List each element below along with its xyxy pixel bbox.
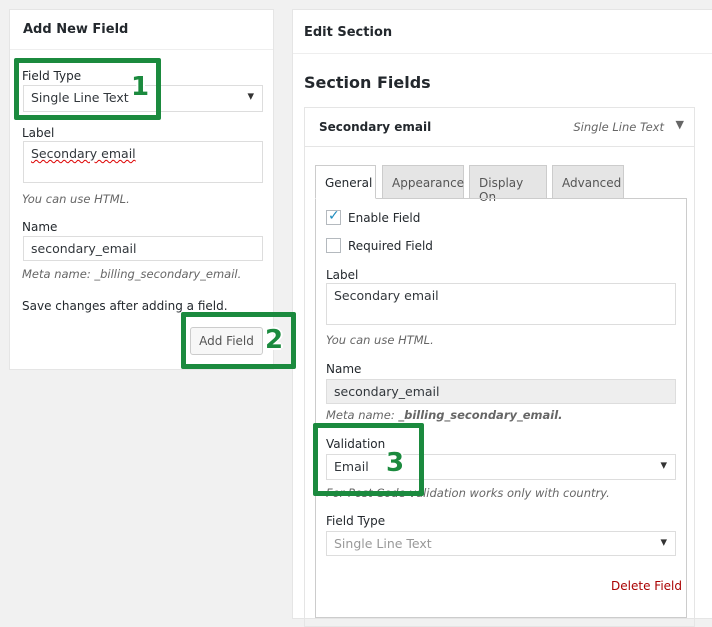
field-title: Secondary email — [319, 120, 432, 134]
divider — [293, 53, 712, 54]
section-fields-heading: Section Fields — [304, 73, 431, 92]
save-hint: Save changes after adding a field. — [22, 299, 228, 313]
textarea-value: Secondary email — [31, 146, 136, 161]
meta-value: _billing_secondary_email. — [398, 408, 563, 422]
enable-field-label: Enable Field — [348, 211, 421, 225]
field-type-select[interactable]: Single Line Text — [326, 531, 676, 556]
input-value: secondary_email — [334, 384, 440, 399]
name-input[interactable]: secondary_email — [326, 379, 676, 404]
html-hint: You can use HTML. — [326, 333, 434, 347]
meta-prefix: Meta name: — [326, 408, 399, 422]
label-textarea[interactable]: Secondary email — [23, 141, 263, 183]
checkmark-icon: ✓ — [328, 208, 340, 224]
annotation-number-3: 3 — [386, 448, 405, 478]
tab-display-on[interactable]: Display On — [469, 165, 547, 204]
field-item: Secondary email Single Line Text ▼ Gener… — [304, 107, 695, 627]
textarea-value: Secondary email — [334, 288, 439, 303]
collapse-arrow-icon[interactable]: ▼ — [676, 118, 684, 131]
html-hint: You can use HTML. — [22, 192, 130, 206]
meta-prefix: Meta name: — [22, 267, 95, 281]
meta-value: _billing_secondary_email. — [94, 267, 242, 281]
label-textarea[interactable]: Secondary email — [326, 283, 676, 325]
field-item-header[interactable]: Secondary email Single Line Text ▼ — [305, 108, 694, 147]
name-label: Name — [326, 362, 362, 376]
enable-field-checkbox[interactable]: ✓ — [326, 208, 341, 225]
annotation-number-1: 1 — [131, 72, 150, 102]
panel-title: Edit Section — [304, 25, 393, 40]
label-label: Label — [326, 268, 359, 282]
tab-content: ✓ Enable Field Required Field Label Seco… — [315, 198, 687, 618]
annotation-box-3-fill — [318, 484, 419, 491]
name-input[interactable]: secondary_email — [23, 236, 263, 261]
meta-name-hint: Meta name: _billing_secondary_email. — [22, 267, 241, 281]
required-field-checkbox[interactable] — [326, 238, 341, 253]
field-type-label: Field Type — [326, 514, 386, 528]
select-value: Single Line Text — [334, 536, 432, 551]
name-label: Name — [22, 220, 58, 234]
required-field-label: Required Field — [348, 239, 433, 253]
delete-field-link[interactable]: Delete Field — [611, 579, 682, 593]
edit-section-panel: Edit Section Section Fields Secondary em… — [292, 9, 712, 627]
annotation-number-2: 2 — [265, 325, 284, 355]
divider — [10, 49, 273, 50]
field-type-badge: Single Line Text — [573, 120, 664, 134]
tab-general[interactable]: General — [315, 165, 376, 199]
tab-advanced[interactable]: Advanced — [552, 165, 624, 199]
panel-title: Add New Field — [23, 22, 129, 37]
meta-name-hint: Meta name: _billing_secondary_email. — [326, 408, 563, 422]
label-label: Label — [22, 126, 55, 140]
input-value: secondary_email — [31, 241, 137, 256]
tab-appearance[interactable]: Appearance — [382, 165, 464, 199]
